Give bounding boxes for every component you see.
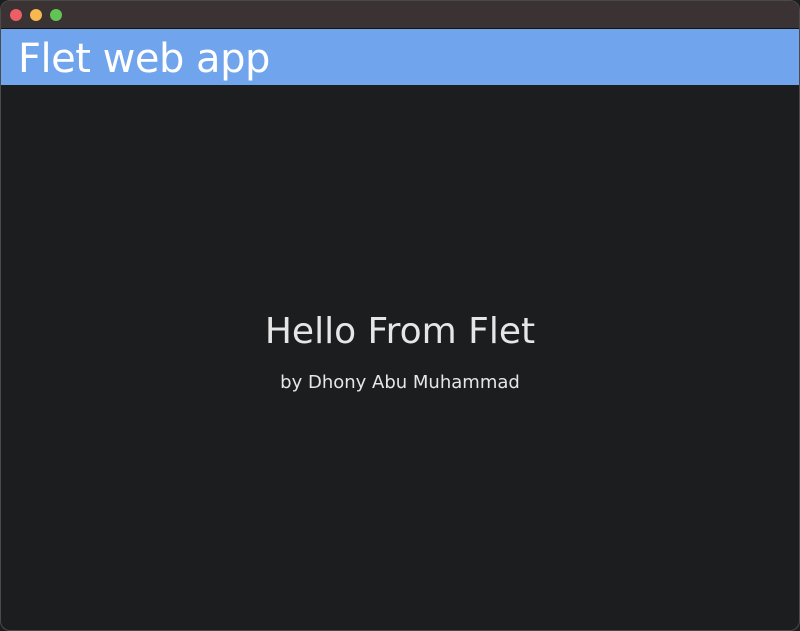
headline-text: Hello From Flet	[264, 310, 536, 352]
minimize-window-button[interactable]	[30, 9, 42, 21]
zoom-window-button[interactable]	[50, 9, 62, 21]
app-window: Flet web app Hello From Flet by Dhony Ab…	[0, 0, 800, 631]
app-bar-title: Flet web app	[18, 36, 270, 82]
app-bar: Flet web app	[1, 29, 799, 85]
window-titlebar[interactable]	[1, 1, 799, 29]
close-window-button[interactable]	[10, 9, 22, 21]
byline-text: by Dhony Abu Muhammad	[280, 371, 520, 393]
main-content: Hello From Flet by Dhony Abu Muhammad	[1, 85, 799, 630]
